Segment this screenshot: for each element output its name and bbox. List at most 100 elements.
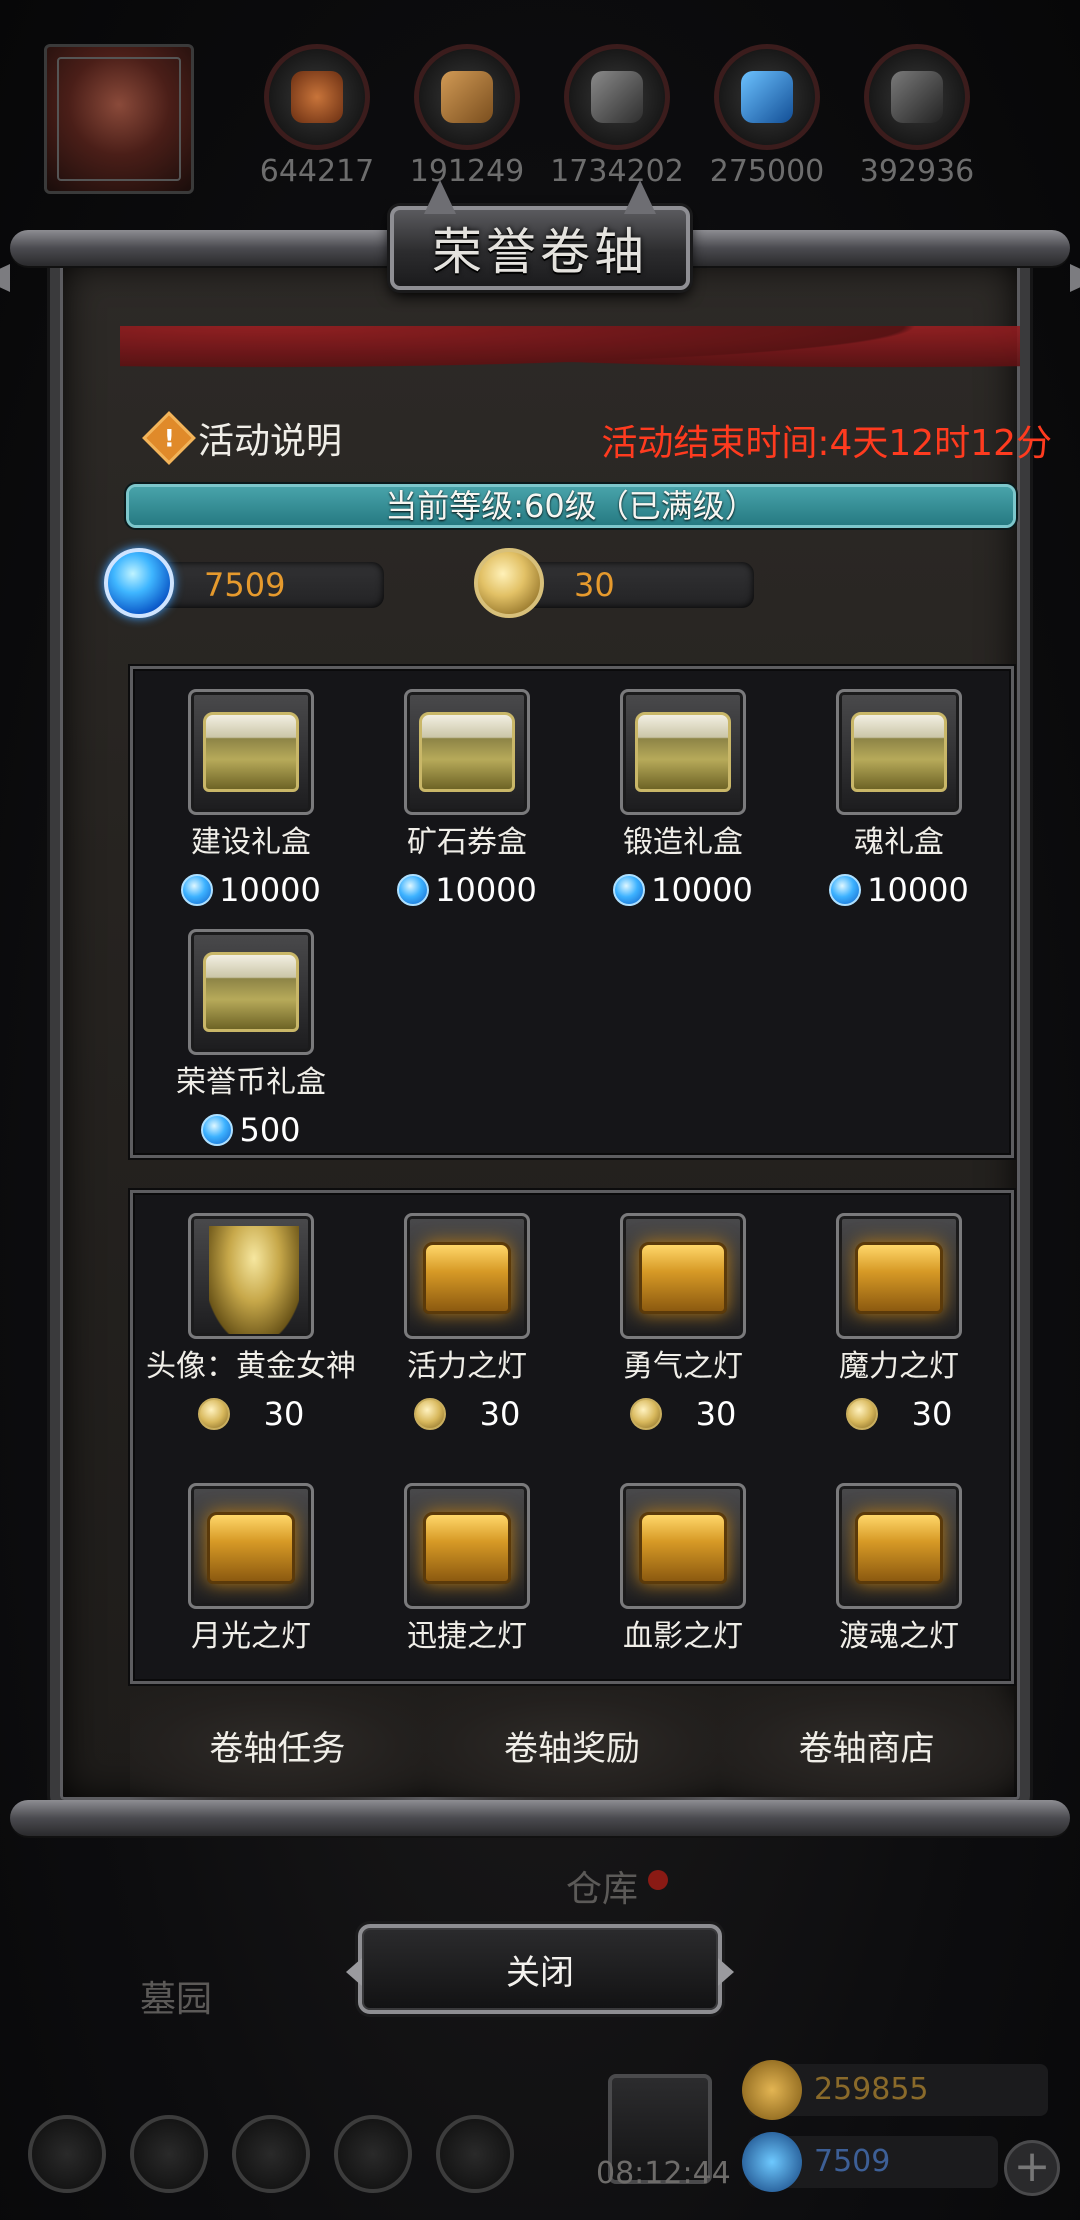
item-slot (620, 1213, 746, 1339)
item-price: 10000 (575, 871, 791, 909)
item-price: 30 (143, 1395, 359, 1433)
warning-icon: ! (142, 411, 196, 465)
item-price: 30 (359, 1395, 575, 1433)
item-name: 渡魂之灯 (839, 1619, 959, 1654)
tab-scroll-tasks[interactable]: 卷轴任务 (130, 1690, 425, 1800)
resource-meat[interactable]: 644217 (260, 44, 374, 189)
price-value: 30 (911, 1395, 953, 1433)
item-slot (620, 1483, 746, 1609)
wood-icon (414, 44, 520, 150)
add-icon[interactable]: + (1004, 2140, 1060, 2196)
honor-coin-icon (474, 548, 544, 618)
gem-shop-panel[interactable]: 建设礼盒 10000 矿石券盒 10000 锻造礼盒 10000 魂礼盒 100… (130, 666, 1014, 1158)
resource-value: 644217 (259, 154, 375, 189)
gold-chest-icon (639, 1242, 727, 1314)
silver-chest-icon (419, 712, 515, 792)
title-plate: 荣誉卷轴 (390, 180, 690, 290)
shop-item[interactable]: 血影之灯 (575, 1483, 791, 1655)
resource-wood[interactable]: 191249 (410, 44, 524, 189)
item-slot (836, 1483, 962, 1609)
shop-item[interactable]: 头像：黄金女神 30 (143, 1213, 359, 1433)
settings-icon[interactable] (28, 2115, 106, 2193)
item-name: 勇气之灯 (623, 1349, 743, 1384)
silver-chest-icon (203, 712, 299, 792)
honor-coin-icon (197, 1398, 230, 1430)
shop-item[interactable]: 荣誉币礼盒 500 (143, 929, 359, 1149)
tab-scroll-rewards[interactable]: 卷轴奖励 (424, 1690, 720, 1800)
gold-chest-icon (855, 1512, 943, 1584)
warehouse-label[interactable]: 仓库 (566, 1860, 638, 1912)
level-text: 当前等级:60级（已满级） (385, 487, 757, 525)
scroll-tabs: 卷轴任务 卷轴奖励 卷轴商店 (130, 1690, 1015, 1800)
activity-info-button[interactable]: ! 活动说明 (142, 411, 342, 465)
shop-item[interactable]: 迅捷之灯 (359, 1483, 575, 1655)
shop-item[interactable]: 矿石券盒 10000 (359, 689, 575, 909)
meat-icon (264, 44, 370, 150)
red-curtain (120, 326, 1020, 374)
item-slot (188, 689, 314, 815)
shop-item[interactable]: 活力之灯 30 (359, 1213, 575, 1433)
honor-coin-icon (629, 1398, 662, 1430)
item-slot (188, 1213, 314, 1339)
item-name: 迅捷之灯 (407, 1619, 527, 1654)
shop-item[interactable]: 魔力之灯 30 (791, 1213, 1007, 1433)
price-value: 30 (695, 1395, 737, 1433)
shop-item[interactable]: 建设礼盒 10000 (143, 689, 359, 909)
honor-coin-icon (413, 1398, 446, 1430)
blue-gem-icon (104, 548, 174, 618)
star-icon[interactable] (130, 2115, 208, 2193)
resource-crystal[interactable]: 275000 (710, 44, 824, 189)
item-name: 建设礼盒 (191, 825, 311, 860)
shop-item[interactable]: 月光之灯 (143, 1483, 359, 1655)
event-end-time: 活动结束时间:4天12时12分 (601, 423, 1052, 464)
shop-item[interactable]: 渡魂之灯 (791, 1483, 1007, 1655)
item-price: 30 (791, 1395, 1007, 1433)
item-slot (404, 689, 530, 815)
gold-chest-icon (207, 1512, 295, 1584)
item-price: 10000 (143, 871, 359, 909)
close-button[interactable]: 关闭 (346, 1924, 734, 2014)
shop-item[interactable]: 勇气之灯 30 (575, 1213, 791, 1433)
bottom-gem-bar: 7509 (742, 2132, 998, 2192)
box-icon[interactable] (436, 2115, 514, 2193)
gem-icon (397, 874, 430, 906)
crystal-icon (714, 44, 820, 150)
notification-dot (648, 1870, 668, 1890)
player-avatar[interactable] (44, 44, 194, 194)
price-value: 30 (263, 1395, 305, 1433)
shop-item[interactable]: 魂礼盒 10000 (791, 689, 1007, 909)
price-value: 10000 (651, 871, 753, 909)
coin-shop-panel[interactable]: 头像：黄金女神 30 活力之灯 30 勇气之灯 30 魔力之灯 30 月光之灯 … (130, 1190, 1014, 1684)
item-name: 头像：黄金女神 (146, 1349, 356, 1384)
item-name: 月光之灯 (191, 1619, 311, 1654)
info-row: ! 活动说明 活动结束时间:4天12时12分 (142, 408, 1060, 468)
item-name: 活力之灯 (407, 1349, 527, 1384)
gem-icon (181, 874, 214, 906)
resource-iron[interactable]: 1734202 (550, 44, 684, 189)
resource-bar: 644217 191249 1734202 275000 392936 (0, 40, 1080, 200)
clock-text: 08:12:44 (596, 2156, 731, 2191)
item-name: 矿石券盒 (407, 825, 527, 860)
honor-coin-icon (845, 1398, 878, 1430)
bottom-gold-value: 259855 (814, 2072, 929, 2107)
item-slot (836, 1213, 962, 1339)
tab-scroll-shop[interactable]: 卷轴商店 (719, 1690, 1015, 1800)
castle-icon[interactable] (232, 2115, 310, 2193)
gem-icon (201, 1114, 234, 1146)
mail-icon[interactable] (334, 2115, 412, 2193)
price-value: 500 (239, 1111, 301, 1149)
honor-coin-balance: 30 (474, 548, 764, 618)
item-slot (188, 1483, 314, 1609)
shop-item[interactable]: 锻造礼盒 10000 (575, 689, 791, 909)
silver-chest-icon (851, 712, 947, 792)
item-name: 血影之灯 (623, 1619, 743, 1654)
gold-chest-icon (855, 1242, 943, 1314)
resource-steel[interactable]: 392936 (860, 44, 974, 189)
item-name: 荣誉币礼盒 (176, 1065, 326, 1100)
cemetery-label[interactable]: 墓园 (140, 1970, 212, 2022)
dialog-title: 荣誉卷轴 (432, 223, 648, 281)
item-slot (620, 689, 746, 815)
honor-coin-value: 30 (574, 566, 615, 604)
steel-icon (864, 44, 970, 150)
price-value: 10000 (219, 871, 321, 909)
